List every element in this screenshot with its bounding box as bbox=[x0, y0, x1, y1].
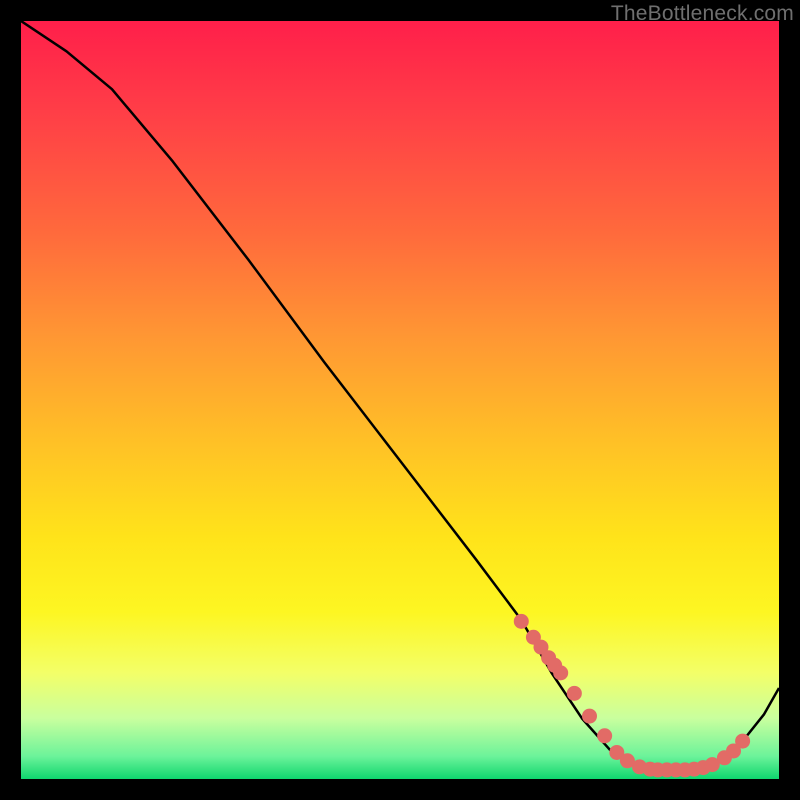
data-marker bbox=[514, 614, 529, 629]
markers-group bbox=[514, 614, 750, 778]
curve-line bbox=[21, 21, 779, 770]
watermark-text: TheBottleneck.com bbox=[611, 2, 794, 26]
stage: TheBottleneck.com bbox=[0, 0, 800, 800]
data-marker bbox=[567, 686, 582, 701]
plot-area bbox=[21, 21, 779, 779]
data-marker bbox=[735, 734, 750, 749]
chart-svg bbox=[21, 21, 779, 779]
data-marker bbox=[553, 665, 568, 680]
data-marker bbox=[582, 709, 597, 724]
data-marker bbox=[597, 728, 612, 743]
